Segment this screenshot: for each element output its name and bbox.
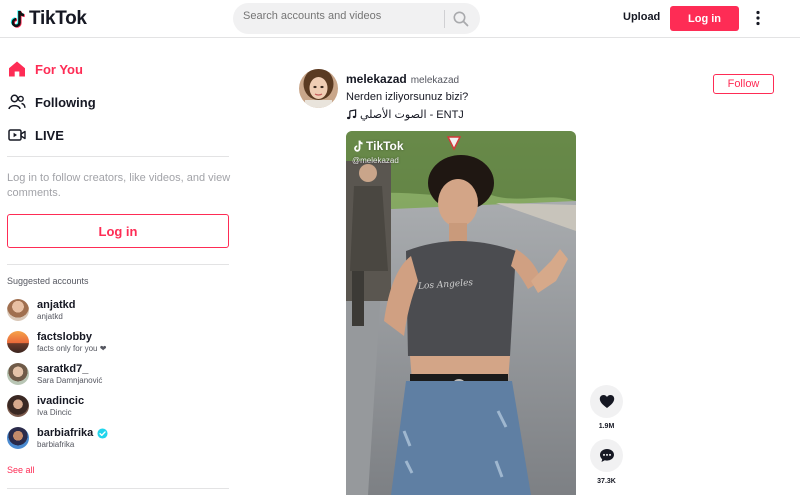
divider <box>7 264 229 265</box>
nav-for-you[interactable]: For You <box>8 58 83 80</box>
like-button[interactable] <box>590 385 623 418</box>
suggested-accounts-title: Suggested accounts <box>7 276 89 286</box>
post-author-line: melekazad melekazad <box>346 72 459 86</box>
account-name: saratkd7_ <box>37 363 89 375</box>
music-title: الصوت الأصلي - ENTJ <box>360 109 464 121</box>
nav-following[interactable]: Following <box>8 91 96 113</box>
sidebar-login-button[interactable]: Log in <box>7 214 229 248</box>
sidebar: For You Following LIVE Log in to follow … <box>0 39 238 495</box>
nav-label: Following <box>35 94 96 110</box>
account-subtitle: Iva Dincic <box>37 408 72 417</box>
account-subtitle: anjatkd <box>37 312 63 321</box>
music-note-icon <box>347 109 357 120</box>
more-options-icon[interactable] <box>750 9 766 27</box>
post-author-name[interactable]: melekazad <box>346 72 407 86</box>
video-player[interactable] <box>346 131 576 495</box>
post-author-nickname[interactable]: melekazad <box>411 75 459 86</box>
account-name: factslobby <box>37 331 93 343</box>
watermark-username: @melekazad <box>352 156 399 165</box>
suggested-account-factslobby[interactable]: factslobby facts only for you ❤ <box>7 329 106 355</box>
see-all-link[interactable]: See all <box>7 465 35 475</box>
avatar <box>7 299 29 321</box>
search-bar <box>233 3 480 34</box>
search-input[interactable] <box>243 10 433 22</box>
verified-badge-icon <box>97 427 108 439</box>
search-icon[interactable] <box>452 10 470 28</box>
following-icon <box>8 94 26 110</box>
live-icon <box>8 129 26 141</box>
comment-count: 37.3K <box>597 478 616 485</box>
divider <box>7 488 229 489</box>
home-icon <box>9 61 25 77</box>
post-author-avatar[interactable] <box>299 69 338 108</box>
account-subtitle: barbiafrika <box>37 440 75 449</box>
suggested-account-ivadincic[interactable]: ivadincic Iva Dincic <box>7 393 84 419</box>
logo-text: TikTok <box>29 8 87 29</box>
suggested-account-barbiafrika[interactable]: barbiafrika barbiafrika <box>7 425 108 451</box>
suggested-account-saratkd7[interactable]: saratkd7_ Sara Damnjanović <box>7 361 102 387</box>
avatar <box>7 427 29 449</box>
post-caption: Nerden izliyorsunuz bizi? <box>346 91 469 103</box>
suggested-account-anjatkd[interactable]: anjatkd anjatkd <box>7 297 76 323</box>
avatar <box>7 363 29 385</box>
follow-button[interactable]: Follow <box>713 74 774 94</box>
watermark-text: TikTok <box>366 139 404 153</box>
top-bar: TikTok Upload Log in <box>0 0 800 38</box>
divider <box>7 156 229 157</box>
like-count: 1.9M <box>598 423 615 430</box>
tiktok-logo[interactable]: TikTok <box>10 8 87 30</box>
nav-label: For You <box>35 61 83 77</box>
tiktok-note-icon <box>10 9 26 28</box>
video-watermark: TikTok <box>353 139 404 153</box>
account-name: ivadincic <box>37 395 85 407</box>
account-subtitle: facts only for you ❤ <box>37 344 107 353</box>
comment-icon <box>599 449 614 462</box>
post-music[interactable]: الصوت الأصلي - ENTJ <box>346 108 464 121</box>
nav-label: LIVE <box>35 127 64 143</box>
account-name: anjatkd <box>37 299 76 311</box>
avatar <box>7 331 29 353</box>
login-prompt-text: Log in to follow creators, like videos, … <box>7 172 231 199</box>
account-name-text: barbiafrika <box>37 427 94 439</box>
comment-button[interactable] <box>590 439 623 472</box>
tiktok-note-icon <box>354 139 363 152</box>
login-button[interactable]: Log in <box>670 6 739 31</box>
video-frame <box>346 131 576 495</box>
avatar <box>7 395 29 417</box>
upload-link[interactable]: Upload <box>623 11 660 23</box>
nav-live[interactable]: LIVE <box>8 124 64 146</box>
avatar-image <box>299 69 338 108</box>
search-divider <box>444 10 445 28</box>
heart-icon <box>599 395 614 408</box>
account-subtitle: Sara Damnjanović <box>37 376 103 385</box>
account-name: barbiafrika <box>37 427 108 439</box>
